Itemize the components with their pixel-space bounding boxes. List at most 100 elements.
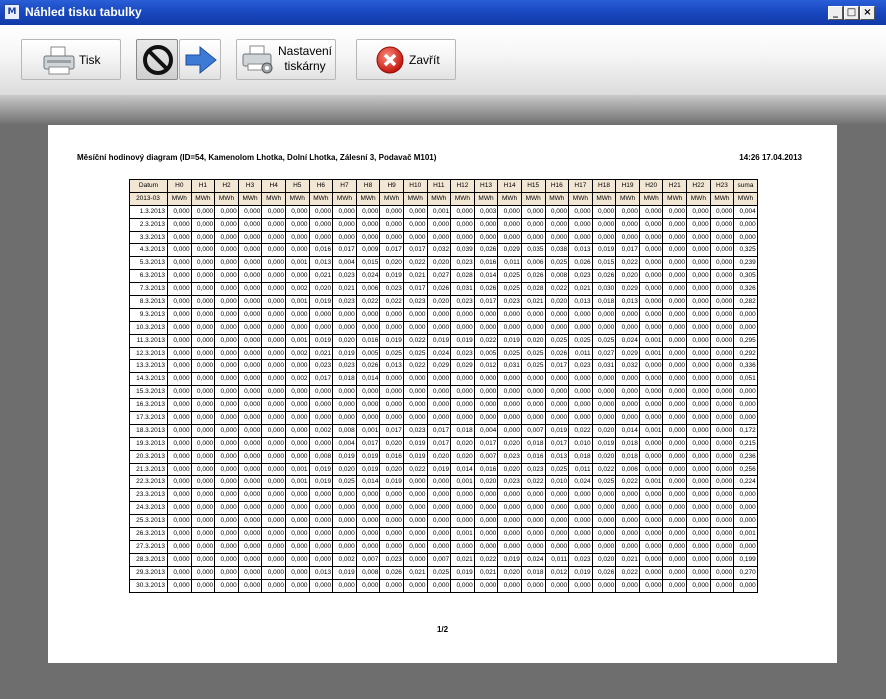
value-cell: 0,000 (662, 514, 688, 529)
app-icon[interactable]: M (4, 4, 20, 20)
value-cell: 0,000 (709, 243, 735, 258)
units-row: 2013-03 MWh MWh MWh MWh MWh MWh MWh MWh MWh MWh MWh… (129, 191, 758, 206)
value-cell: 0,000 (355, 217, 381, 232)
value-cell: 0,000 (450, 230, 475, 245)
unit-cell: MWh (591, 191, 617, 206)
value-cell: 0,013 (615, 295, 640, 309)
value-cell: 0,000 (167, 307, 192, 322)
value-cell: 0,000 (615, 385, 640, 400)
title-bar[interactable]: M Náhled tisku tabulky _ □ × (0, 0, 886, 26)
date-cell: 20.3.2013 (129, 449, 168, 464)
table-row: 29.3.2013 0,000 0,000 0,000 0,000 0,000 0,000 0… (129, 565, 758, 580)
value-cell: 0,000 (379, 411, 404, 425)
value-cell: 0,000 (214, 320, 239, 335)
value-cell: 0,017 (426, 423, 452, 438)
table-row: 14.3.2013 0,000 0,000 0,000 0,000 0,000 0,002 0… (129, 372, 758, 387)
value-cell: 0,000 (355, 320, 381, 335)
value-cell: 0,000 (261, 565, 286, 580)
value-cell: 0,000 (426, 372, 452, 387)
value-cell: 0,000 (284, 449, 310, 464)
value-cell: 0,000 (284, 488, 310, 503)
value-cell: 0,000 (190, 462, 216, 477)
value-cell: 0,000 (709, 539, 735, 554)
value-cell: 0,000 (355, 411, 381, 425)
value-cell: 0,000 (261, 488, 286, 503)
value-cell: 0,017 (426, 436, 452, 451)
value-cell: 0,000 (214, 385, 239, 400)
unit-cell: MWh (686, 191, 711, 206)
value-cell: 0,001 (426, 204, 452, 219)
value-cell: 0,031 (591, 359, 617, 374)
date-cell: 10.3.2013 (129, 320, 168, 335)
value-cell: 0,021 (615, 552, 640, 567)
value-cell: 0,000 (190, 372, 216, 387)
value-cell: 0,000 (426, 578, 452, 593)
table-row: 8.3.2013 0,000 0,000 0,000 0,000 0,000 0,001 0,… (129, 295, 758, 309)
value-cell: 0,000 (214, 527, 239, 541)
unit-cell: MWh (284, 191, 310, 206)
close-button[interactable]: Zavřít (356, 39, 456, 80)
column-header: H18 (591, 179, 617, 193)
value-cell: 0,011 (568, 462, 593, 477)
value-cell: 0,000 (615, 527, 640, 541)
date-cell: 9.3.2013 (129, 307, 168, 322)
value-cell: 0,000 (214, 578, 239, 593)
value-cell: 0,000 (615, 488, 640, 503)
value-cell: 0,000 (497, 501, 522, 516)
value-cell: 0,001 (284, 475, 310, 490)
value-cell: 0,000 (709, 578, 735, 593)
unit-cell: MWh (473, 191, 499, 206)
value-cell: 0,000 (591, 320, 617, 335)
print-button[interactable]: Tisk (21, 39, 121, 80)
minimize-button[interactable]: _ (828, 6, 843, 20)
value-cell: 0,000 (332, 514, 357, 529)
value-cell: 0,000 (190, 539, 216, 554)
value-cell: 0,026 (568, 256, 593, 271)
value-cell: 0,000 (638, 385, 664, 400)
value-cell: 0,000 (568, 539, 593, 554)
print-preview-page[interactable]: Měsíční hodinový diagram (ID=54, Kamenol… (48, 125, 837, 663)
value-cell: 0,023 (450, 256, 475, 271)
value-cell: 0,000 (662, 501, 688, 516)
unit-cell: MWh (355, 191, 381, 206)
value-cell: 0,000 (662, 307, 688, 322)
value-cell: 0,000 (615, 539, 640, 554)
value-cell: 0,000 (402, 501, 428, 516)
value-cell: 0,000 (686, 243, 711, 258)
value-cell: 0,001 (355, 423, 381, 438)
value-cell: 0,007 (520, 423, 546, 438)
printer-settings-button[interactable]: Nastavení tiskárny (236, 39, 336, 80)
value-cell: 0,000 (214, 514, 239, 529)
previous-page-button[interactable] (136, 39, 178, 80)
close-window-button[interactable]: × (860, 6, 875, 20)
value-cell: 0,000 (568, 411, 593, 425)
value-cell: 0,000 (638, 372, 664, 387)
value-cell: 0,000 (450, 514, 475, 529)
value-cell: 0,000 (284, 539, 310, 554)
value-cell: 0,029 (426, 359, 452, 374)
column-header: H2 (214, 179, 239, 193)
table-row: 25.3.2013 0,000 0,000 0,000 0,000 0,000 0,000 0… (129, 514, 758, 529)
value-cell: 0,000 (686, 514, 711, 529)
value-cell: 0,000 (167, 423, 192, 438)
value-cell: 0,029 (497, 243, 522, 258)
column-header: H15 (520, 179, 546, 193)
value-cell: 0,026 (520, 269, 546, 284)
value-cell: 0,022 (615, 256, 640, 271)
value-cell: 0,020 (426, 256, 452, 271)
value-cell: 0,025 (402, 346, 428, 361)
value-cell: 0,000 (402, 527, 428, 541)
value-cell: 0,000 (686, 333, 711, 348)
value-cell: 0,027 (426, 269, 452, 284)
value-cell: 0,236 (733, 449, 758, 464)
value-cell: 0,000 (709, 398, 735, 413)
value-cell: 0,000 (190, 256, 216, 271)
value-cell: 0,001 (638, 346, 664, 361)
unit-cell: MWh (662, 191, 688, 206)
value-cell: 0,000 (237, 204, 263, 219)
value-cell: 0,000 (190, 217, 216, 232)
next-page-button[interactable] (179, 39, 221, 80)
maximize-button[interactable]: □ (844, 6, 859, 20)
value-cell: 0,021 (332, 282, 357, 297)
column-header: H20 (638, 179, 664, 193)
